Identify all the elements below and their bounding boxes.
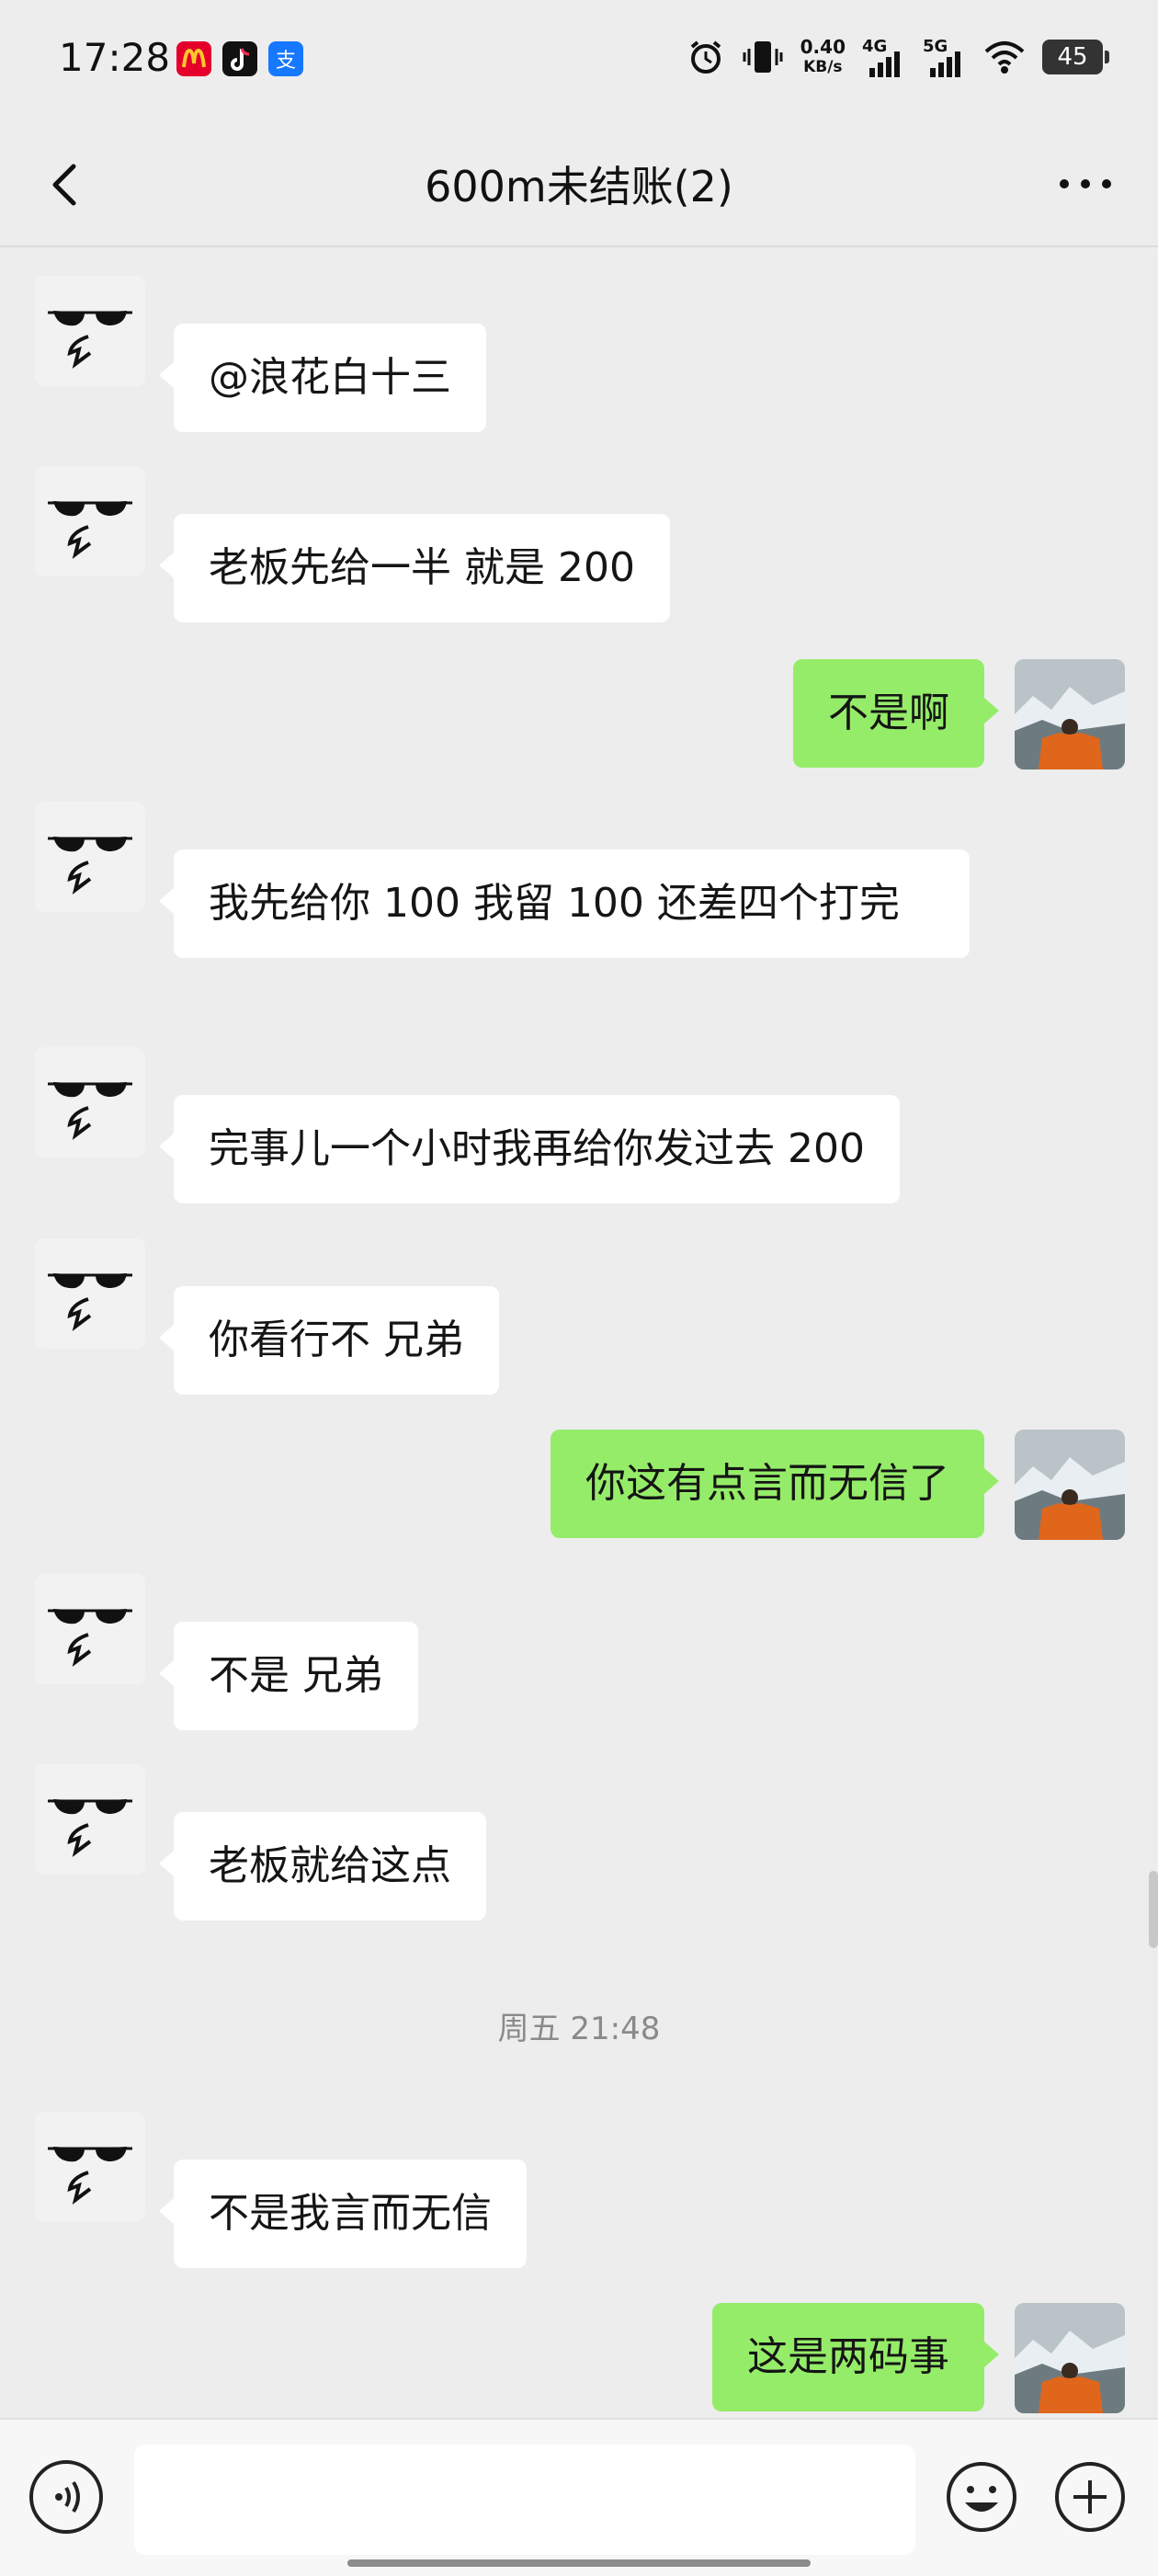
- outgoing-message[interactable]: 你这有点言而无信了: [551, 1430, 999, 1538]
- my-avatar[interactable]: [1015, 2303, 1125, 2413]
- outgoing-message[interactable]: 这是两码事: [712, 2303, 999, 2411]
- douyin-icon: [222, 41, 257, 76]
- message-input[interactable]: [134, 2445, 915, 2555]
- signal-5g: 5G: [923, 37, 967, 77]
- plus-icon[interactable]: [1053, 2460, 1127, 2534]
- outgoing-message[interactable]: 不是啊: [793, 659, 999, 768]
- more-options-icon[interactable]: [1053, 161, 1118, 207]
- signal-bars-icon: [869, 51, 900, 77]
- incoming-message[interactable]: 老板先给一半 就是 200: [159, 514, 670, 622]
- emoji-icon[interactable]: [945, 2460, 1018, 2534]
- voice-icon: [55, 2480, 80, 2513]
- signal-bars-icon: [930, 51, 960, 77]
- home-indicator[interactable]: [347, 2559, 811, 2567]
- incoming-message[interactable]: 完事儿一个小时我再给你发过去 200: [159, 1095, 900, 1203]
- network-speed-value: 0.40: [800, 36, 846, 58]
- contact-avatar[interactable]: [35, 466, 145, 576]
- contact-avatar[interactable]: [35, 276, 145, 386]
- contact-avatar[interactable]: [35, 802, 145, 912]
- chat-timestamp: 周五 21:48: [497, 2011, 661, 2047]
- my-avatar[interactable]: [1015, 1430, 1125, 1540]
- scrollbar-thumb[interactable]: [1149, 1871, 1158, 1948]
- alarm-icon: [690, 40, 721, 74]
- message-list[interactable]: @浪花白十三 老板先给一半 就是 200 不是啊 我先给你 100 我留 100…: [0, 245, 1158, 2418]
- network-speed: 0.40 KB/s: [800, 37, 846, 77]
- status-time: 17:28: [59, 35, 171, 80]
- incoming-message[interactable]: 不是 兄弟: [159, 1622, 418, 1730]
- wifi-icon: [984, 41, 1025, 74]
- svg-text:支: 支: [276, 50, 296, 73]
- incoming-message[interactable]: 你看行不 兄弟: [159, 1286, 499, 1395]
- incoming-message[interactable]: 我先给你 100 我留 100 还差四个打完: [159, 849, 970, 958]
- vibrate-icon: [743, 41, 783, 73]
- contact-avatar[interactable]: [35, 1047, 145, 1157]
- network-speed-unit: KB/s: [803, 58, 843, 76]
- incoming-message[interactable]: 老板就给这点: [159, 1812, 486, 1921]
- status-bar: 17:28 支 0.40 KB/s 4G 5G 45: [0, 0, 1158, 124]
- contact-avatar[interactable]: [35, 1574, 145, 1684]
- mcdonalds-icon: [176, 41, 211, 76]
- alipay-icon: 支: [268, 41, 303, 76]
- contact-avatar[interactable]: [35, 1764, 145, 1875]
- contact-avatar[interactable]: [35, 2112, 145, 2222]
- signal-4g: 4G: [862, 37, 906, 77]
- chat-title: 600m未结账(2): [425, 162, 733, 211]
- voice-input-button[interactable]: [29, 2460, 103, 2534]
- my-avatar[interactable]: [1015, 659, 1125, 769]
- incoming-message[interactable]: @浪花白十三: [159, 324, 486, 432]
- battery-indicator: 45: [1042, 40, 1109, 74]
- incoming-message[interactable]: 不是我言而无信: [159, 2160, 527, 2268]
- contact-avatar[interactable]: [35, 1238, 145, 1349]
- chat-header: 600m未结账(2): [0, 124, 1158, 247]
- input-bar: [0, 2418, 1158, 2576]
